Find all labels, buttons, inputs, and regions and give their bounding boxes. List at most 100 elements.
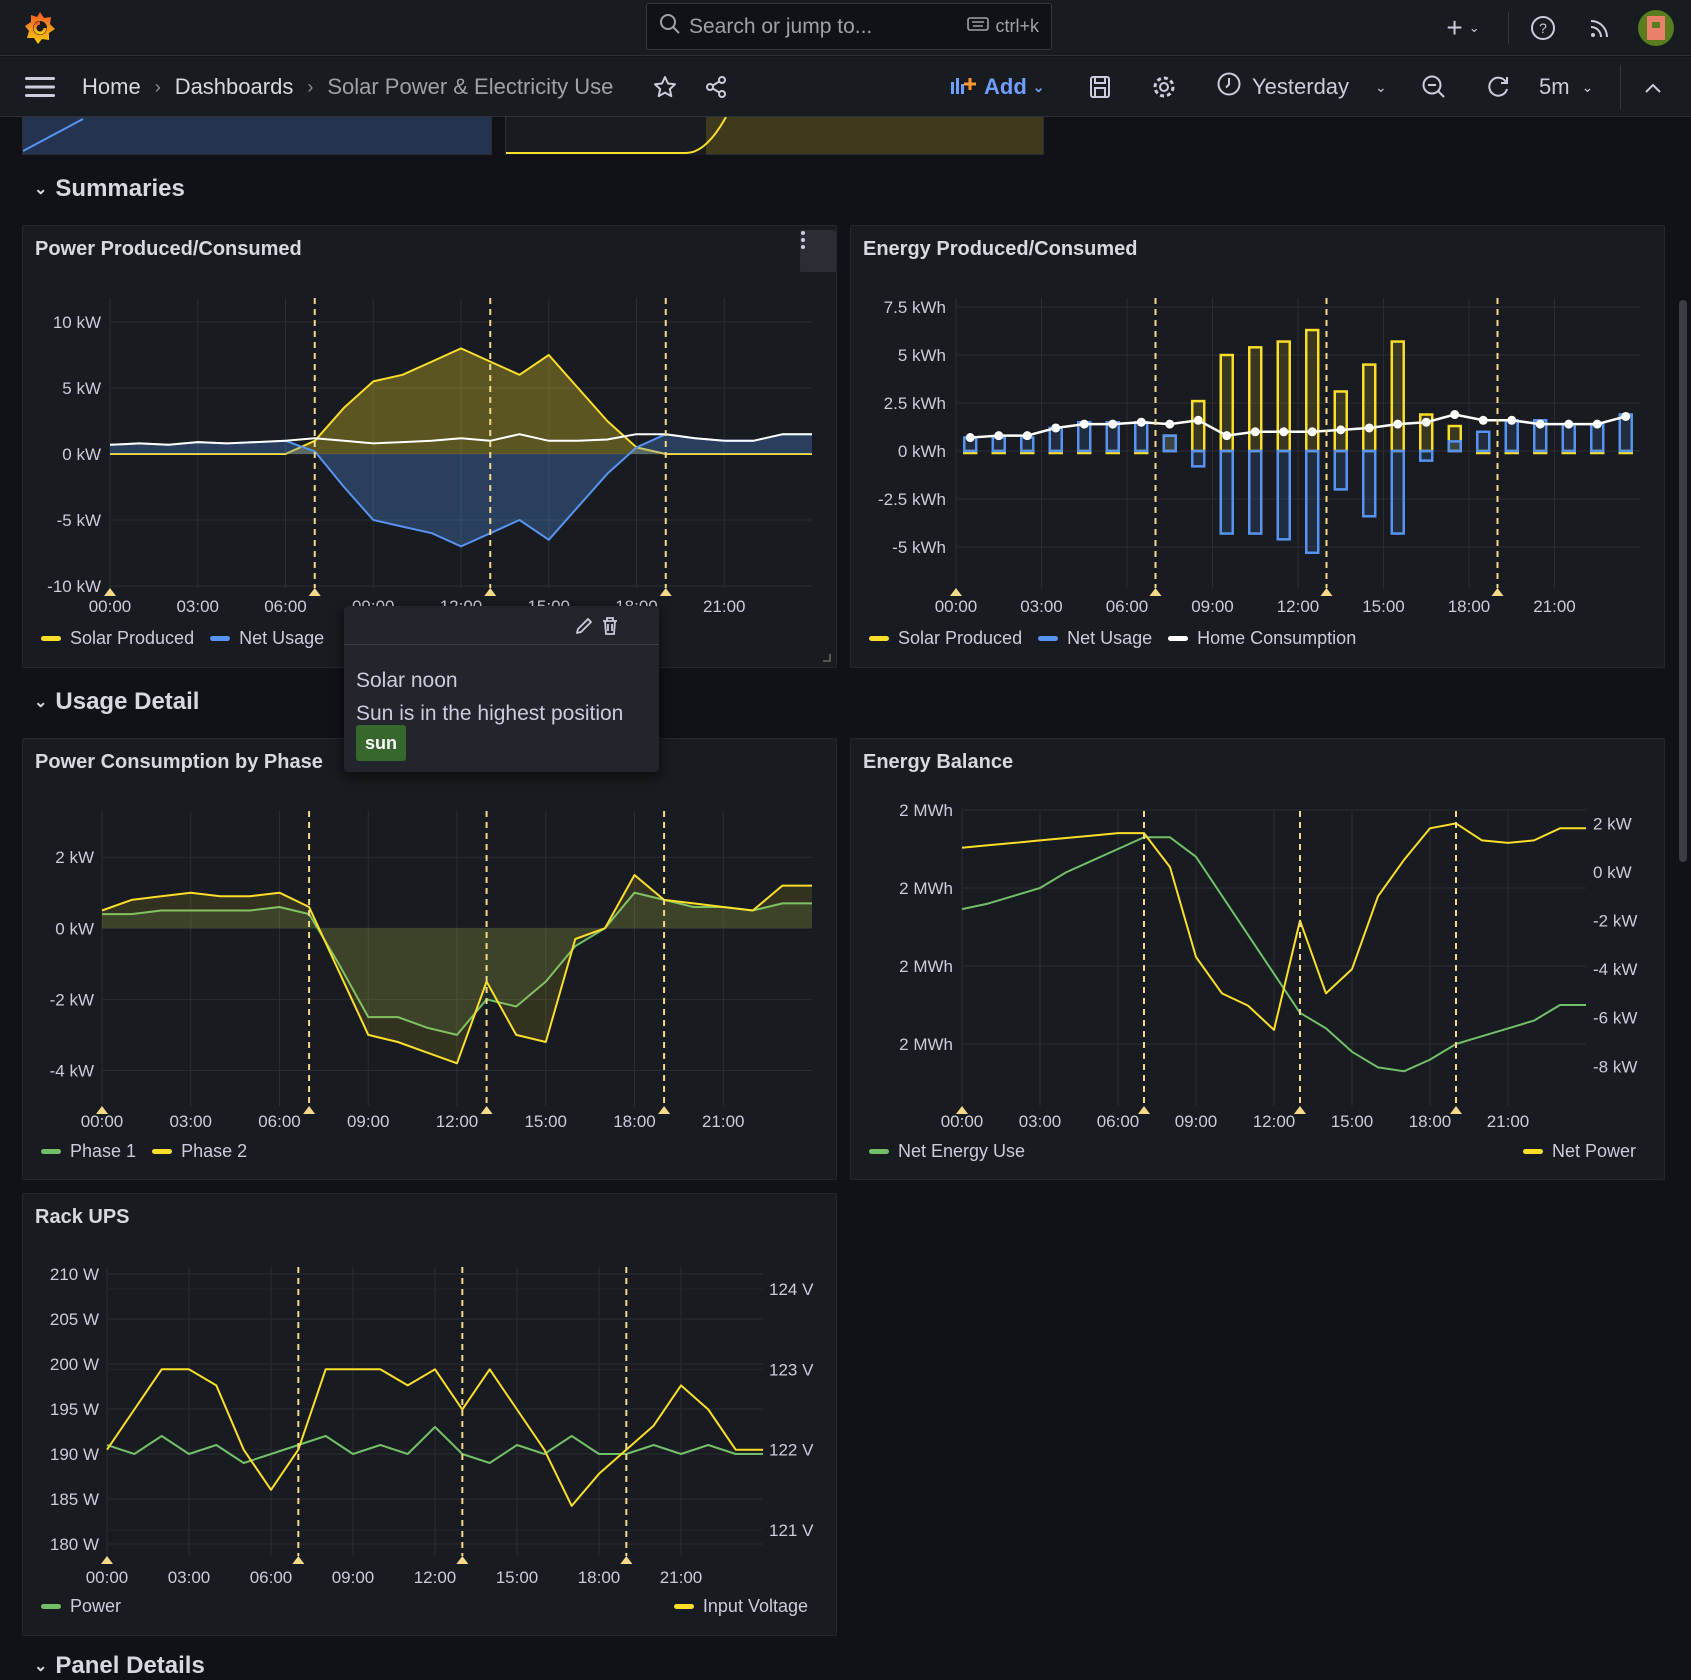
edit-pencil-icon[interactable] (572, 614, 596, 638)
x-tick-label: 03:00 (1020, 597, 1063, 616)
grafana-logo-icon[interactable] (22, 9, 58, 47)
legend-item[interactable]: Net Usage (1038, 628, 1152, 649)
legend-swatch (1522, 1149, 1543, 1154)
annotation-marker (456, 1556, 469, 1564)
divider (1508, 12, 1509, 44)
row-summaries[interactable]: ⌄ Summaries (34, 175, 185, 203)
chart-power-consumption-by-phase[interactable]: 2 kW 0 kW -2 kW -4 kW 00:00 03:00 06:00 09:00 12… (23, 739, 838, 1181)
panel-energy-produced-consumed: Energy Produced/Consumed 7.5 kWh 5 kWh 2.5… (850, 225, 1665, 668)
bar-solar (1191, 399, 1206, 453)
x-tick-label: 12:00 (1253, 1112, 1296, 1131)
panel-power-produced-consumed: Power Produced/Consumed 10 kW 5 kW 0 kW -5 … (22, 225, 837, 668)
breadcrumb-dashboards[interactable]: Dashboards (175, 74, 294, 100)
legend-item[interactable]: Input Voltage (673, 1596, 808, 1617)
save-icon[interactable] (1086, 73, 1114, 101)
x-tick-label: 09:00 (1175, 1112, 1218, 1131)
breadcrumb: Home › Dashboards › Solar Power & Electr… (82, 57, 613, 117)
annotation-marker (620, 1556, 633, 1564)
time-range-label: Yesterday (1252, 74, 1350, 99)
share-icon[interactable] (702, 73, 730, 101)
breadcrumb-home[interactable]: Home (82, 74, 141, 100)
data-point (1165, 419, 1175, 429)
bar-net (1162, 434, 1177, 453)
new-button[interactable]: + ⌄ (1438, 12, 1488, 43)
y-tick-label: 0 kWh (898, 442, 946, 461)
y-tick-label: 195 W (50, 1400, 99, 1419)
time-range-picker[interactable]: Yesterday ⌄ (1216, 71, 1387, 103)
row-title: Usage Detail (55, 688, 200, 715)
x-tick-label: 12:00 (414, 1568, 457, 1587)
x-tick-label: 15:00 (496, 1568, 539, 1587)
scrollbar[interactable] (1679, 300, 1687, 862)
news-feed-icon[interactable] (1585, 13, 1615, 43)
x-tick-label: 09:00 (347, 1112, 390, 1131)
x-tick-label: 15:00 (1331, 1112, 1374, 1131)
keyboard-icon (967, 16, 990, 37)
x-tick-label: 09:00 (332, 1568, 375, 1587)
legend-item[interactable]: Net Power (1522, 1141, 1636, 1162)
legend-item[interactable]: Power (41, 1596, 121, 1617)
legend-item[interactable]: Home Consumption (1168, 628, 1356, 649)
annotation-marker (480, 1106, 493, 1114)
y-tick-label: 200 W (50, 1355, 99, 1374)
y-tick-label: -5 kW (57, 511, 101, 530)
refresh-interval-picker[interactable]: 5m ⌄ (1539, 71, 1593, 103)
data-point (1364, 423, 1374, 433)
annotation-tag[interactable]: sun (356, 725, 407, 761)
x-tick-label: 21:00 (702, 1112, 745, 1131)
resize-handle[interactable] (823, 654, 831, 662)
zoom-out-icon[interactable] (1420, 73, 1448, 101)
legend-label: Phase 2 (181, 1141, 248, 1161)
delete-trash-icon[interactable] (598, 614, 622, 638)
row-usage-detail[interactable]: ⌄ Usage Detail (34, 688, 199, 716)
settings-gear-icon[interactable] (1150, 73, 1178, 101)
chevron-down-icon: ⌄ (34, 694, 48, 711)
x-tick-label: 03:00 (1019, 1112, 1062, 1131)
menu-icon[interactable] (24, 73, 56, 101)
annotation-marker (101, 1556, 113, 1564)
x-tick-label: 15:00 (524, 1112, 567, 1131)
chart-energy-produced-consumed[interactable]: 7.5 kWh 5 kWh 2.5 kWh 0 kWh -2.5 kWh -5 kWh 00… (851, 226, 1666, 669)
legend-label: Phase 1 (70, 1141, 137, 1161)
y-tick-label: 7.5 kWh (884, 298, 946, 317)
data-point (1592, 419, 1602, 429)
user-avatar[interactable] (1638, 10, 1674, 46)
legend-item[interactable]: Phase 2 (152, 1141, 247, 1162)
chart-energy-balance[interactable]: 2 MWh 2 MWh 2 MWh 2 MWh 2 kW 0 kW -2 kW -4 kW -6… (851, 739, 1666, 1181)
bar-net (1248, 449, 1263, 535)
panel-rack-ups: Rack UPS 210 W 205 W 200 W 195 W 190 W 185 W1… (22, 1193, 837, 1636)
legend-item[interactable]: Phase 1 (41, 1141, 136, 1162)
x-tick-label: 03:00 (176, 597, 219, 616)
row-title: Summaries (55, 175, 185, 202)
annotation-marker (1149, 588, 1162, 596)
legend-label: Solar Produced (70, 628, 195, 648)
chart-rack-ups[interactable]: 210 W 205 W 200 W 195 W 190 W 185 W 180 W 124 V… (23, 1194, 838, 1637)
add-button[interactable]: Add ⌄ (950, 71, 1045, 103)
collapse-chevron-up-icon[interactable] (1640, 75, 1666, 101)
legend-label: Solar Produced (898, 628, 1023, 648)
data-point (1336, 425, 1346, 435)
bar-net (1476, 430, 1491, 453)
search-input[interactable]: Search or jump to... ctrl+k (646, 3, 1052, 50)
x-tick-label: 03:00 (169, 1112, 212, 1131)
bar-net (1419, 449, 1434, 462)
legend-item[interactable]: Net Usage (210, 628, 324, 649)
bar-net (1305, 449, 1320, 555)
x-tick-label: 06:00 (1097, 1112, 1140, 1131)
panel-menu-icon[interactable] (800, 230, 836, 272)
star-icon[interactable] (651, 73, 679, 101)
legend-label: Net Usage (1067, 628, 1153, 648)
legend-item[interactable]: Solar Produced (41, 628, 194, 649)
refresh-icon[interactable] (1484, 73, 1512, 101)
chart-power-produced-consumed[interactable]: 10 kW5 kW0 kW-5 kW-10 kW00:0003:0006:000… (23, 226, 838, 669)
data-point (1279, 427, 1289, 437)
refresh-interval-label: 5m (1539, 74, 1570, 99)
annotation-marker (104, 588, 116, 596)
legend-item[interactable]: Net Energy Use (869, 1141, 1025, 1162)
x-tick-label: 00:00 (81, 1112, 124, 1131)
help-icon[interactable]: ? (1528, 13, 1558, 43)
x-tick-label: 09:00 (1191, 597, 1234, 616)
legend-swatch (1168, 636, 1189, 641)
legend-item[interactable]: Solar Produced (869, 628, 1022, 649)
data-point (1507, 415, 1517, 425)
